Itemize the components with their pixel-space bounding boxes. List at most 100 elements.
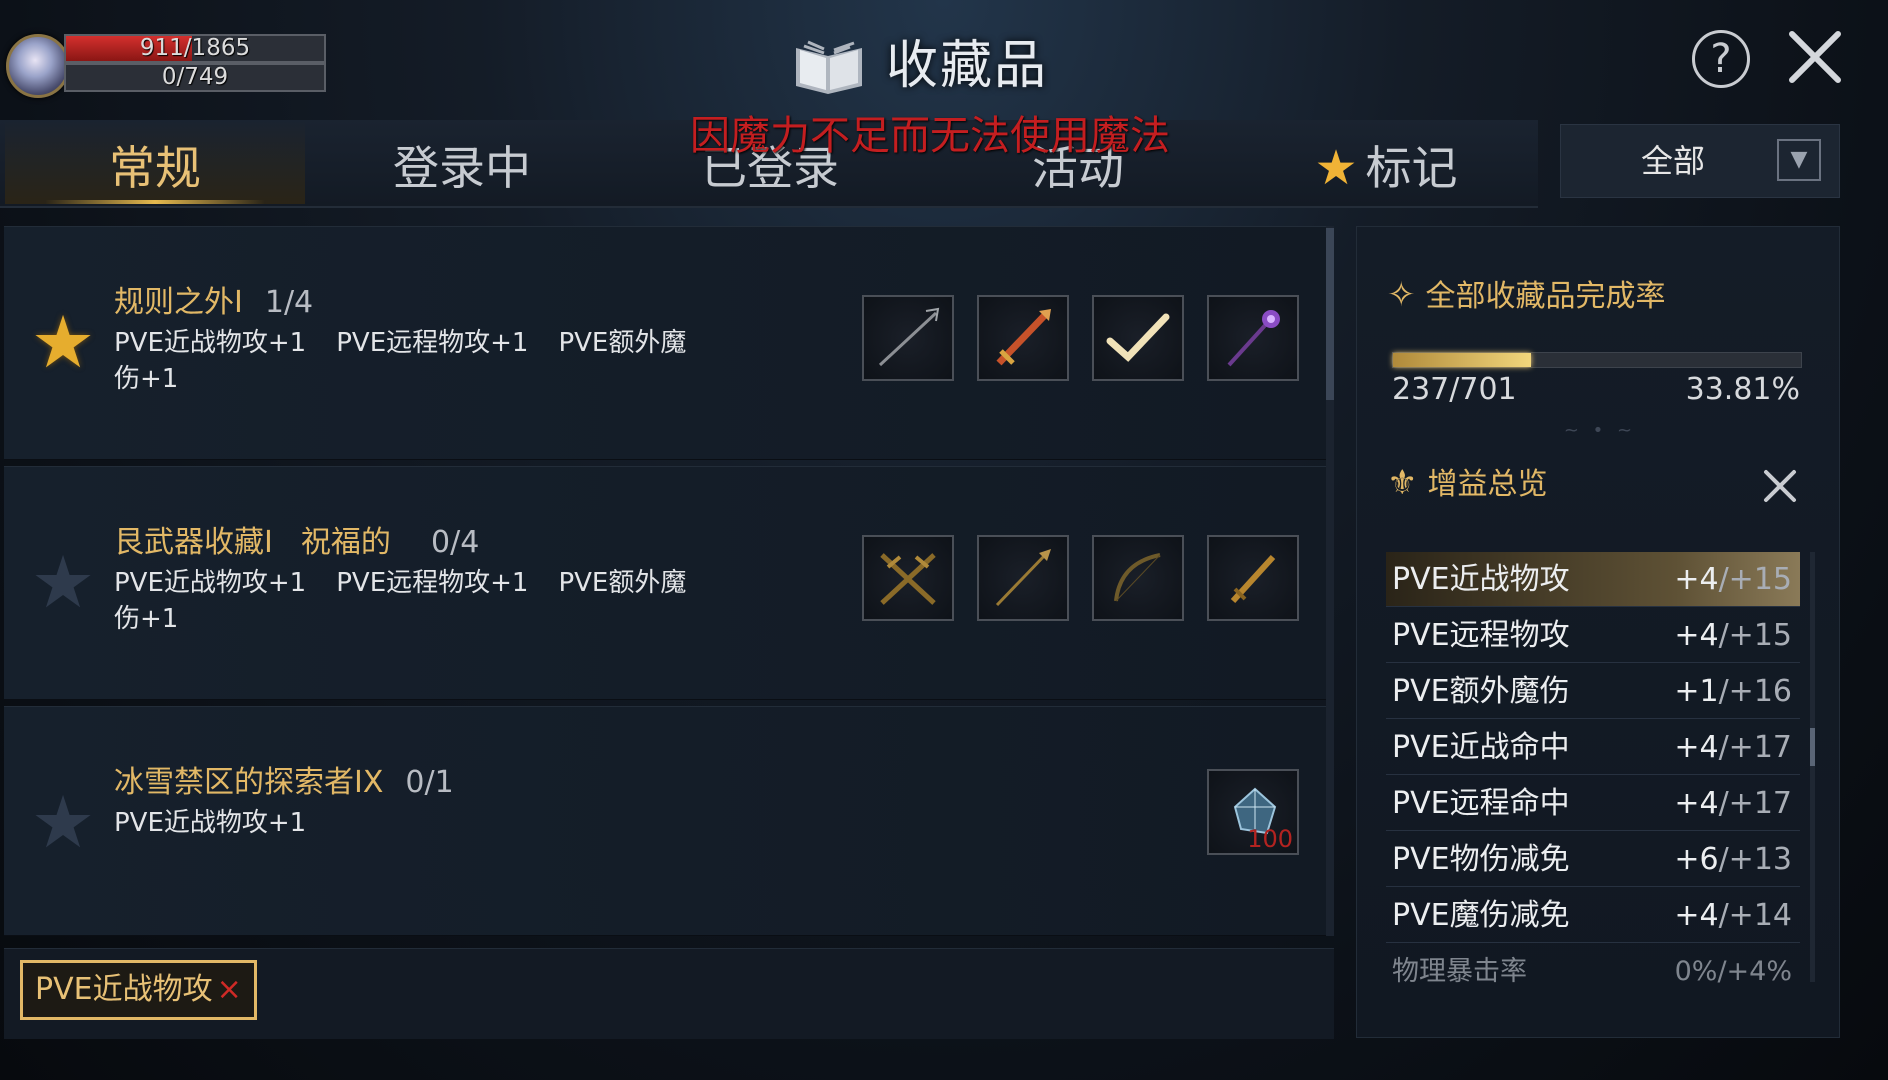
buff-current: +4: [1674, 618, 1719, 653]
spear-icon: [878, 307, 940, 367]
buff-current: +4: [1674, 562, 1719, 597]
buff-current: +4: [1674, 730, 1719, 765]
completion-progress-bar: [1392, 352, 1802, 368]
active-filter-label: PVE近战物攻: [35, 972, 213, 1007]
item-slot[interactable]: [862, 535, 954, 621]
buff-name: PVE额外魔伤: [1392, 674, 1570, 709]
list-scrollbar-thumb[interactable]: [1326, 228, 1334, 400]
warning-message: 因魔力不足而无法使用魔法: [690, 113, 1170, 159]
buff-row[interactable]: PVE近战命中 +4/+17: [1386, 720, 1800, 775]
tab-general[interactable]: 常规: [5, 120, 305, 204]
collection-effects: PVE近战物攻+1: [114, 805, 734, 841]
ornament-divider: ~ • ~: [1563, 420, 1637, 441]
collection-subtitle: 祝福的: [300, 525, 410, 560]
buff-name: PVE远程物攻: [1392, 618, 1570, 653]
close-icon[interactable]: [1760, 466, 1800, 506]
chevron-down-icon[interactable]: ▼: [1777, 139, 1821, 181]
close-icon[interactable]: [1784, 26, 1846, 88]
buff-current: +6: [1674, 842, 1719, 877]
collection-title: 艮武器收藏I 祝福的 0/4: [114, 523, 479, 563]
collection-title: 规则之外I 1/4: [114, 283, 313, 323]
item-slot[interactable]: [1207, 295, 1299, 381]
tab-marked[interactable]: ★ 标记: [1236, 120, 1536, 204]
collection-progress: 1/4: [264, 285, 314, 320]
buff-row[interactable]: PVE魔伤减免 +4/+14: [1386, 888, 1800, 943]
buff-row[interactable]: 物理暴击率 0%/+4%: [1386, 944, 1800, 992]
buff-max: /+17: [1718, 730, 1792, 765]
collection-row[interactable]: ★ 冰雪禁区的探索者IX 0/1 PVE近战物攻+1 100: [4, 706, 1326, 936]
buff-value: +4/+17: [1674, 776, 1792, 832]
item-slot[interactable]: [1092, 535, 1184, 621]
item-slot[interactable]: [977, 535, 1069, 621]
effect-text: PVE近战物攻+1: [114, 808, 307, 838]
effect-text: PVE额外魔: [558, 328, 687, 358]
player-status-bars: 911/1865 0/749: [64, 34, 326, 92]
buff-max: /+4%: [1717, 956, 1792, 987]
fleur-icon: ⚜: [1387, 463, 1418, 503]
completion-count: 237/701: [1392, 372, 1517, 407]
crossed-swords-icon: [880, 553, 936, 605]
effect-text: 伤+1: [114, 364, 179, 394]
buff-row[interactable]: PVE远程物攻 +4/+15: [1386, 608, 1800, 663]
buff-row[interactable]: PVE物伤减免 +6/+13: [1386, 832, 1800, 887]
buff-scrollbar-thumb[interactable]: [1810, 728, 1815, 766]
buff-value: 0%/+4%: [1675, 944, 1792, 992]
mp-text: 0/749: [161, 64, 229, 90]
dagger-icon: [1230, 554, 1276, 604]
buff-row[interactable]: PVE近战物攻 +4/+15: [1386, 552, 1800, 607]
remove-filter-icon[interactable]: ×: [217, 972, 242, 1007]
tab-registering[interactable]: 登录中: [312, 120, 612, 204]
collection-name: 艮武器收藏I: [114, 525, 273, 560]
buff-value: +1/+16: [1674, 664, 1792, 720]
bow-icon: [1114, 553, 1161, 602]
collection-effects: PVE近战物攻+1 PVE远程物攻+1 PVE额外魔 伤+1: [114, 325, 734, 397]
buff-max: /+14: [1718, 898, 1792, 933]
completion-progress-fill: [1393, 353, 1531, 367]
buff-max: /+17: [1718, 786, 1792, 821]
buff-name: PVE物伤减免: [1392, 842, 1570, 877]
completion-heading: ✧ 全部收藏品完成率: [1387, 275, 1666, 317]
buff-heading-text: 增益总览: [1427, 467, 1548, 502]
buff-row[interactable]: PVE额外魔伤 +1/+16: [1386, 664, 1800, 719]
buff-max: /+15: [1718, 618, 1792, 653]
trophy-icon: ✧: [1387, 275, 1416, 315]
sword-icon: [996, 309, 1051, 366]
item-count-badge: 100: [1247, 825, 1293, 853]
active-filter-chip[interactable]: PVE近战物攻 ×: [20, 960, 257, 1020]
effect-text: PVE远程物攻+1: [336, 568, 529, 598]
player-avatar[interactable]: [6, 34, 70, 98]
item-slot[interactable]: [977, 295, 1069, 381]
collection-row[interactable]: ★ 规则之外I 1/4 PVE近战物攻+1 PVE远程物攻+1 PVE额外魔 伤+1: [4, 226, 1326, 460]
item-slot[interactable]: [1092, 295, 1184, 381]
item-slot[interactable]: [862, 295, 954, 381]
category-dropdown[interactable]: 全部 ▼: [1560, 124, 1840, 198]
buff-value: +4/+15: [1674, 608, 1792, 664]
help-button[interactable]: ?: [1692, 30, 1750, 88]
effect-text: PVE额外魔: [558, 568, 687, 598]
buff-row[interactable]: PVE远程命中 +4/+17: [1386, 776, 1800, 831]
buff-heading: ⚜ 增益总览: [1387, 463, 1547, 505]
staff-icon: [1227, 310, 1280, 367]
favorite-star-icon[interactable]: ★: [28, 546, 98, 618]
buff-scrollbar[interactable]: [1810, 552, 1815, 982]
hp-text: 911/1865: [139, 35, 251, 61]
item-slot[interactable]: 100: [1207, 769, 1299, 855]
buff-name: 物理暴击率: [1392, 956, 1527, 987]
tab-registering-label: 登录中: [393, 141, 531, 195]
checkmark-icon: [1106, 313, 1170, 362]
buff-current: +1: [1674, 674, 1719, 709]
completion-heading-text: 全部收藏品完成率: [1425, 279, 1666, 314]
buff-max: /+16: [1718, 674, 1792, 709]
favorite-star-icon[interactable]: ★: [28, 786, 98, 858]
favorite-star-icon[interactable]: ★: [28, 306, 98, 378]
buff-current: +4: [1674, 786, 1719, 821]
tab-marked-label: 标记: [1365, 141, 1458, 195]
hp-bar: 911/1865: [64, 34, 326, 63]
collection-title: 冰雪禁区的探索者IX 0/1: [114, 763, 454, 803]
mp-bar: 0/749: [64, 63, 326, 92]
collection-row[interactable]: ★ 艮武器收藏I 祝福的 0/4 PVE近战物攻+1 PVE远程物攻+1 PVE额外魔…: [4, 466, 1326, 700]
buff-name: PVE近战物攻: [1392, 562, 1570, 597]
collection-effects: PVE近战物攻+1 PVE远程物攻+1 PVE额外魔 伤+1: [114, 565, 734, 637]
buff-name: PVE远程命中: [1392, 786, 1570, 821]
item-slot[interactable]: [1207, 535, 1299, 621]
